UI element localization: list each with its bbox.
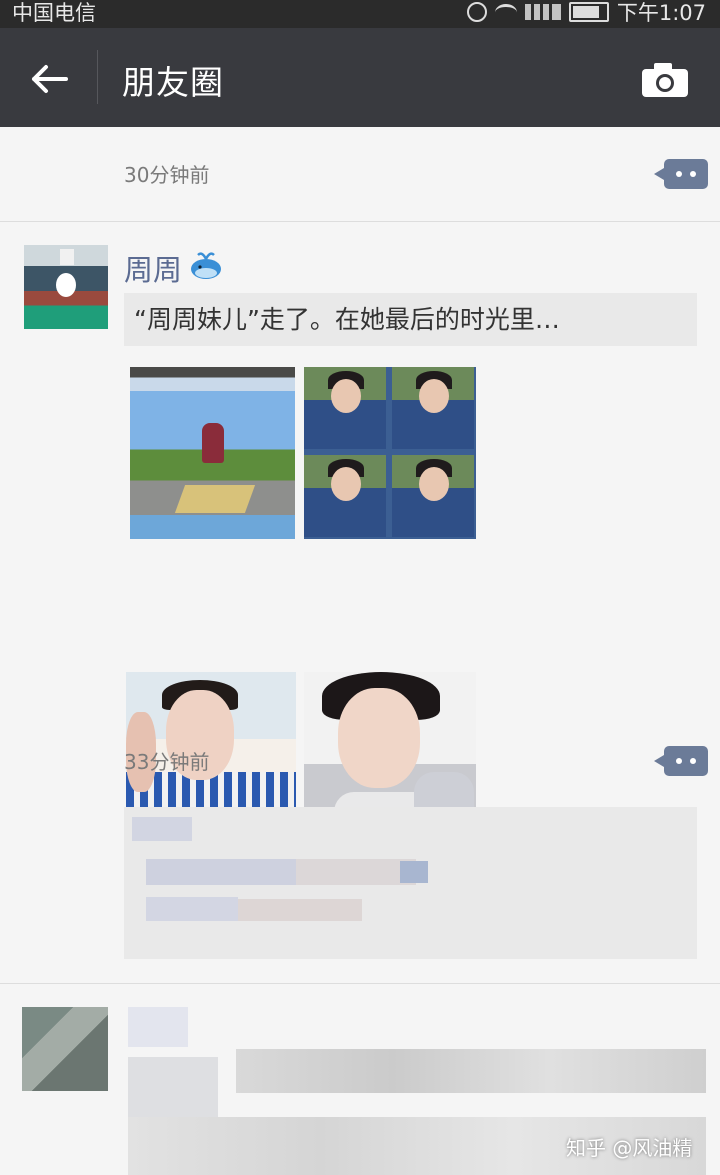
dot-icon [690, 171, 696, 177]
shared-link[interactable]: “周周妹儿”走了。在她最后的时光里… [124, 293, 697, 346]
navigation-bar: 朋友圈 [0, 28, 720, 127]
battery-icon [568, 2, 609, 22]
prev-post-time: 30分钟前 [124, 163, 210, 187]
whale-emoji-icon [191, 252, 221, 279]
photo-1[interactable] [130, 367, 295, 539]
dot-icon [676, 758, 682, 764]
camera-icon[interactable] [640, 61, 690, 99]
clock-time: 下午1:07 [616, 1, 706, 25]
nav-divider [97, 50, 98, 104]
comment-button[interactable] [654, 746, 708, 776]
dot-icon [690, 758, 696, 764]
arrow-left-icon[interactable] [30, 64, 70, 94]
blurred-content [128, 1007, 188, 1047]
watermark: 知乎 @风油精 [566, 1136, 693, 1160]
avatar[interactable] [22, 1007, 108, 1091]
signal-icon [524, 4, 561, 20]
status-bar: 中国电信 下午1:07 [0, 0, 720, 28]
divider [0, 983, 720, 984]
comment-button[interactable] [654, 159, 708, 189]
moments-feed: 30分钟前 周周 “周周妹儿”走了。在她最后的时光里… 33分钟前 [0, 127, 720, 1175]
avatar[interactable] [24, 245, 108, 329]
photo-2[interactable] [304, 367, 476, 539]
post-username[interactable]: 周周 [124, 247, 182, 289]
dot-icon [676, 171, 682, 177]
divider [0, 221, 720, 222]
blurred-content [236, 1049, 706, 1093]
post-time: 33分钟前 [124, 750, 210, 774]
wifi-icon [494, 3, 517, 21]
comments-area-blurred [124, 807, 697, 959]
carrier-label: 中国电信 [12, 1, 96, 25]
page-title: 朋友圈 [122, 63, 224, 102]
alarm-icon [466, 2, 487, 22]
